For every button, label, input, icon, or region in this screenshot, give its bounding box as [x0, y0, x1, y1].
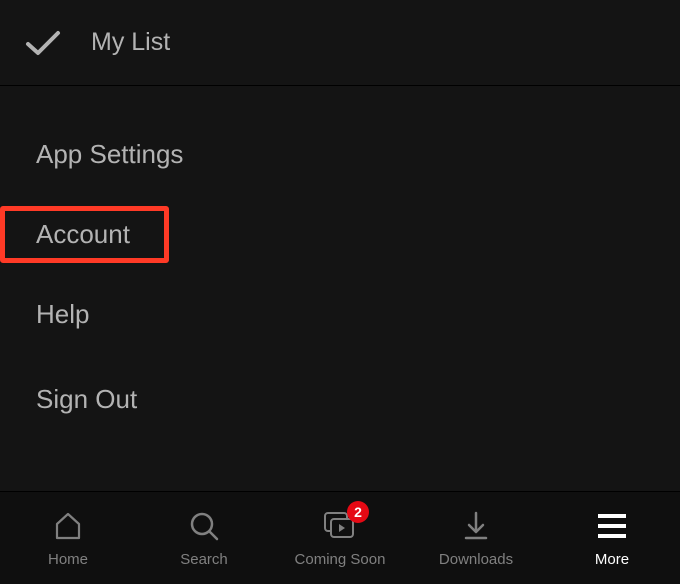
tab-home-label: Home: [48, 551, 88, 568]
tab-search[interactable]: Search: [136, 492, 272, 584]
tab-more[interactable]: More: [544, 492, 680, 584]
menu-item-help[interactable]: Help: [0, 286, 125, 343]
tab-more-label: More: [595, 551, 629, 568]
tab-coming-soon[interactable]: 2 Coming Soon: [272, 492, 408, 584]
mylist-row[interactable]: My List: [0, 0, 680, 86]
tab-coming-soon-label: Coming Soon: [295, 551, 386, 568]
download-icon: [462, 509, 490, 543]
mylist-label: My List: [91, 28, 170, 57]
menu-item-account[interactable]: Account: [0, 206, 169, 263]
search-icon: [189, 509, 219, 543]
tab-downloads[interactable]: Downloads: [408, 492, 544, 584]
tab-downloads-label: Downloads: [439, 551, 513, 568]
badge-count: 2: [347, 501, 369, 523]
home-icon: [53, 509, 83, 543]
tab-home[interactable]: Home: [0, 492, 136, 584]
tab-search-label: Search: [180, 551, 228, 568]
bottom-tab-bar: Home Search 2 Coming Soon: [0, 491, 680, 584]
hamburger-icon: [598, 509, 626, 543]
coming-soon-icon: 2: [323, 509, 357, 543]
menu-item-app-settings[interactable]: App Settings: [0, 126, 219, 183]
check-icon: [25, 29, 61, 57]
menu-area: App Settings Account Help Sign Out: [0, 86, 680, 491]
menu-item-sign-out[interactable]: Sign Out: [0, 371, 173, 428]
